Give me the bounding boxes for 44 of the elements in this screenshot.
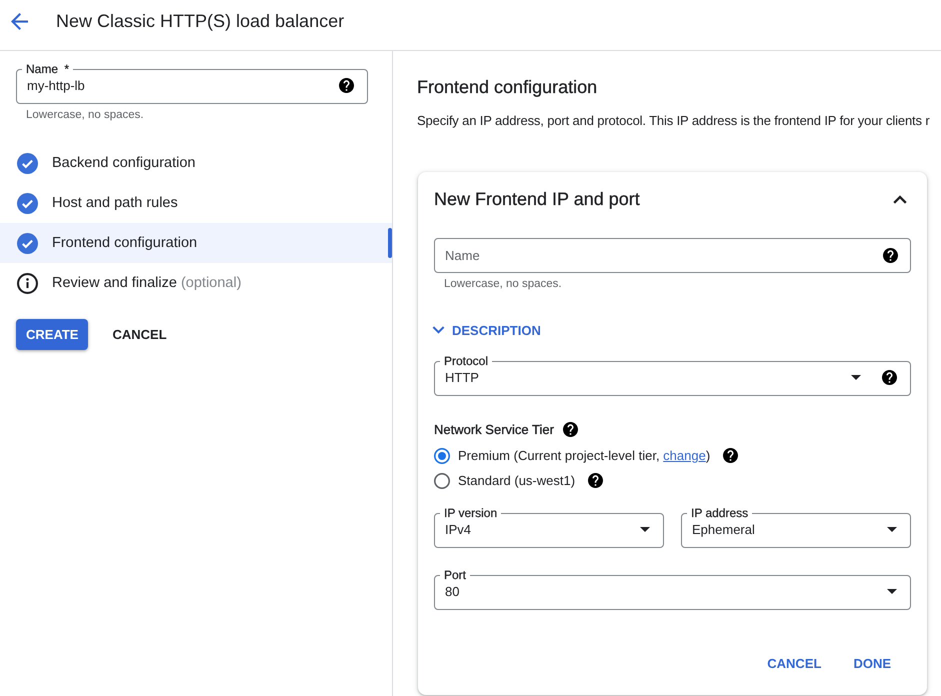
port-dropdown[interactable]: Port 80 — [434, 568, 911, 610]
back-arrow-icon[interactable] — [11, 12, 28, 30]
cancel-button[interactable]: CANCEL — [751, 645, 838, 681]
radio-label: Standard (us-west1) — [458, 473, 576, 488]
protocol-dropdown[interactable]: Protocol HTTP — [434, 354, 911, 396]
step-item[interactable]: Host and path rules — [0, 183, 392, 223]
done-button[interactable]: DONE — [837, 645, 907, 681]
section-description: Specify an IP address, port and protocol. This IP address is the frontend IP for your clients r — [417, 113, 930, 129]
radio-label: Premium (Current project-level tier, change) — [458, 448, 710, 463]
description-toggle[interactable]: DESCRIPTION — [432, 318, 545, 342]
create-button[interactable]: CREATE — [16, 319, 88, 350]
change-link[interactable]: change — [663, 448, 706, 463]
caret-icon — [851, 374, 861, 380]
section-title: Frontend configuration — [417, 76, 598, 99]
dropdown-field[interactable]: IP address Ephemeral — [681, 506, 911, 548]
hint-text: Lowercase, no spaces. — [444, 277, 562, 291]
dropdown-field[interactable]: IP version IPv4 — [434, 506, 664, 548]
tier-label: Network Service Tier — [434, 422, 554, 436]
radio-button[interactable] — [434, 472, 450, 488]
step-item[interactable]: Frontend configuration — [0, 223, 392, 263]
help-icon[interactable] — [339, 78, 354, 92]
caret-icon — [887, 588, 897, 594]
check-circle-icon — [17, 232, 38, 254]
page-title: New Classic HTTP(S) load balancer — [56, 10, 344, 32]
name-input-field[interactable]: Name — [434, 238, 911, 273]
help-icon[interactable] — [883, 248, 898, 263]
check-circle-icon — [17, 192, 38, 214]
help-icon[interactable] — [882, 370, 897, 384]
check-circle-icon — [17, 152, 38, 174]
help-icon[interactable] — [723, 448, 738, 463]
help-icon[interactable] — [588, 473, 604, 488]
step-item[interactable]: Backend configuration — [0, 143, 392, 183]
info-icon — [17, 272, 38, 294]
hint-text: Lowercase, no spaces. — [26, 108, 144, 122]
caret-icon — [640, 526, 650, 532]
help-icon[interactable] — [562, 422, 578, 436]
card-title: New Frontend IP and port — [434, 188, 640, 211]
cancel-button[interactable]: CANCEL — [104, 319, 175, 350]
radio-button[interactable] — [434, 448, 450, 464]
step-item[interactable]: Review and finalize (optional) — [0, 263, 392, 303]
caret-icon — [887, 526, 897, 532]
chevron-down-icon[interactable] — [432, 326, 445, 334]
chevron-up-icon[interactable] — [893, 194, 907, 204]
name-input-field[interactable]: Name * my-http-lb — [16, 62, 368, 104]
